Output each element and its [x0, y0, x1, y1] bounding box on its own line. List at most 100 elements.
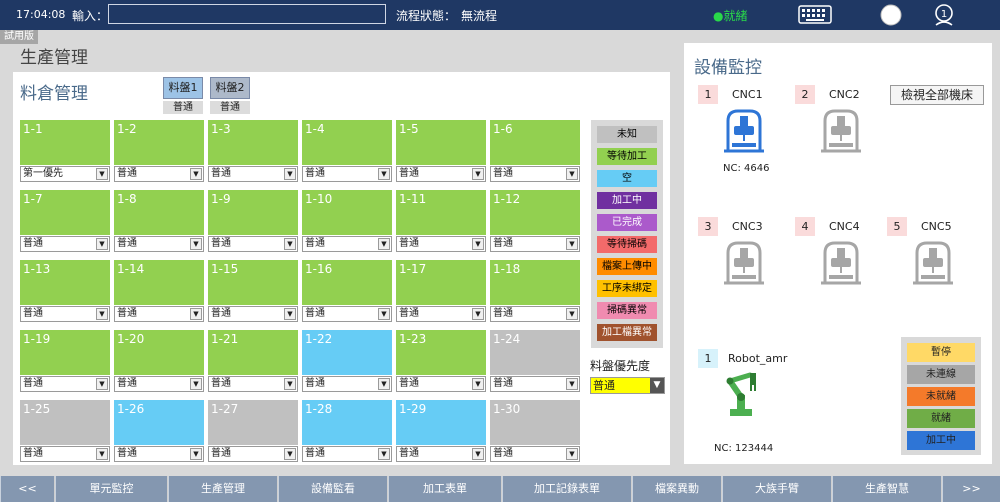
chevron-down-icon[interactable]: ▼	[378, 448, 390, 460]
chevron-down-icon[interactable]: ▼	[378, 308, 390, 320]
slot-1-18[interactable]: 1-18	[490, 260, 580, 305]
slot-1-5[interactable]: 1-5	[396, 120, 486, 165]
slot-priority-select[interactable]: 普通 ▼	[490, 376, 580, 392]
slot-priority-select[interactable]: 普通 ▼	[490, 166, 580, 182]
slot-priority-select[interactable]: 普通 ▼	[208, 166, 298, 182]
slot-1-1[interactable]: 1-1	[20, 120, 110, 165]
chevron-down-icon[interactable]: ▼	[566, 308, 578, 320]
slot-priority-select[interactable]: 普通 ▼	[396, 166, 486, 182]
slot-priority-select[interactable]: 普通 ▼	[490, 446, 580, 462]
slot-1-28[interactable]: 1-28	[302, 400, 392, 445]
slot-priority-select[interactable]: 第一優先 ▼	[20, 166, 110, 182]
machine-card-cnc2[interactable]: 2 CNC2	[795, 85, 885, 177]
slot-priority-select[interactable]: 普通 ▼	[302, 306, 392, 322]
chevron-down-icon[interactable]: ▼	[566, 378, 578, 390]
slot-1-20[interactable]: 1-20	[114, 330, 204, 375]
nav-button[interactable]: <<	[0, 476, 54, 502]
chevron-down-icon[interactable]: ▼	[472, 308, 484, 320]
chevron-down-icon[interactable]: ▼	[96, 448, 108, 460]
machine-card-cnc5[interactable]: 5 CNC5	[887, 217, 977, 309]
slot-1-2[interactable]: 1-2	[114, 120, 204, 165]
robot-card[interactable]: 1 Robot_amr NC: 123444	[698, 349, 818, 459]
chevron-down-icon[interactable]: ▼	[472, 168, 484, 180]
chevron-down-icon[interactable]: ▼	[378, 168, 390, 180]
slot-1-9[interactable]: 1-9	[208, 190, 298, 235]
view-all-machines-button[interactable]: 檢視全部機床	[890, 85, 984, 105]
slot-1-23[interactable]: 1-23	[396, 330, 486, 375]
machine-card-cnc3[interactable]: 3 CNC3	[698, 217, 788, 309]
nav-button[interactable]: 生產管理	[168, 476, 277, 502]
slot-1-17[interactable]: 1-17	[396, 260, 486, 305]
slot-priority-select[interactable]: 普通 ▼	[490, 306, 580, 322]
slot-priority-select[interactable]: 普通 ▼	[20, 446, 110, 462]
nav-button[interactable]: 生產智慧	[832, 476, 941, 502]
slot-1-26[interactable]: 1-26	[114, 400, 204, 445]
nav-button[interactable]: 檔案異動	[632, 476, 721, 502]
chevron-down-icon[interactable]: ▼	[284, 448, 296, 460]
slot-priority-select[interactable]: 普通 ▼	[302, 376, 392, 392]
slot-priority-select[interactable]: 普通 ▼	[396, 236, 486, 252]
chevron-down-icon[interactable]: ▼	[566, 238, 578, 250]
slot-priority-select[interactable]: 普通 ▼	[396, 306, 486, 322]
slot-1-15[interactable]: 1-15	[208, 260, 298, 305]
user-icon[interactable]: 1	[929, 3, 959, 27]
slot-priority-select[interactable]: 普通 ▼	[208, 376, 298, 392]
slot-priority-select[interactable]: 普通 ▼	[20, 376, 110, 392]
chevron-down-icon[interactable]: ▼	[96, 378, 108, 390]
chevron-down-icon[interactable]: ▼	[190, 308, 202, 320]
slot-1-10[interactable]: 1-10	[302, 190, 392, 235]
chevron-down-icon[interactable]: ▼	[190, 448, 202, 460]
nav-button[interactable]: 加工記錄表單	[502, 476, 631, 502]
nav-button[interactable]: >>	[942, 476, 1000, 502]
nav-button[interactable]: 加工表單	[388, 476, 501, 502]
slot-1-24[interactable]: 1-24	[490, 330, 580, 375]
slot-1-3[interactable]: 1-3	[208, 120, 298, 165]
slot-priority-select[interactable]: 普通 ▼	[396, 446, 486, 462]
keyboard-icon[interactable]	[798, 3, 832, 27]
slot-priority-select[interactable]: 普通 ▼	[114, 306, 204, 322]
chevron-down-icon[interactable]: ▼	[284, 238, 296, 250]
slot-priority-select[interactable]: 普通 ▼	[302, 236, 392, 252]
slot-1-4[interactable]: 1-4	[302, 120, 392, 165]
slot-priority-select[interactable]: 普通 ▼	[302, 446, 392, 462]
slot-priority-select[interactable]: 普通 ▼	[114, 166, 204, 182]
chevron-down-icon[interactable]: ▼	[378, 238, 390, 250]
slot-1-14[interactable]: 1-14	[114, 260, 204, 305]
slot-1-22[interactable]: 1-22	[302, 330, 392, 375]
slot-1-30[interactable]: 1-30	[490, 400, 580, 445]
chevron-down-icon[interactable]: ▼	[96, 308, 108, 320]
dropdown-arrow-icon[interactable]: ▼	[650, 378, 664, 393]
slot-priority-select[interactable]: 普通 ▼	[490, 236, 580, 252]
chevron-down-icon[interactable]: ▼	[190, 238, 202, 250]
slot-1-21[interactable]: 1-21	[208, 330, 298, 375]
chevron-down-icon[interactable]: ▼	[284, 308, 296, 320]
slot-1-11[interactable]: 1-11	[396, 190, 486, 235]
slot-1-13[interactable]: 1-13	[20, 260, 110, 305]
slot-priority-select[interactable]: 普通 ▼	[20, 236, 110, 252]
nav-button[interactable]: 設備監看	[278, 476, 387, 502]
chevron-down-icon[interactable]: ▼	[190, 168, 202, 180]
machine-card-cnc1[interactable]: 1 CNC1 NC: 4646	[698, 85, 788, 177]
slot-1-19[interactable]: 1-19	[20, 330, 110, 375]
slot-priority-select[interactable]: 普通 ▼	[114, 446, 204, 462]
slot-priority-select[interactable]: 普通 ▼	[20, 306, 110, 322]
chevron-down-icon[interactable]: ▼	[96, 238, 108, 250]
chevron-down-icon[interactable]: ▼	[472, 448, 484, 460]
slot-1-16[interactable]: 1-16	[302, 260, 392, 305]
chevron-down-icon[interactable]: ▼	[190, 378, 202, 390]
chevron-down-icon[interactable]: ▼	[472, 378, 484, 390]
slot-priority-select[interactable]: 普通 ▼	[302, 166, 392, 182]
circle-icon[interactable]	[879, 3, 903, 27]
nav-button[interactable]: 大族手臂	[722, 476, 831, 502]
chevron-down-icon[interactable]: ▼	[378, 378, 390, 390]
chevron-down-icon[interactable]: ▼	[284, 378, 296, 390]
slot-1-27[interactable]: 1-27	[208, 400, 298, 445]
slot-priority-select[interactable]: 普通 ▼	[396, 376, 486, 392]
slot-1-7[interactable]: 1-7	[20, 190, 110, 235]
chevron-down-icon[interactable]: ▼	[472, 238, 484, 250]
chevron-down-icon[interactable]: ▼	[96, 168, 108, 180]
slot-1-25[interactable]: 1-25	[20, 400, 110, 445]
tab-tray-2[interactable]: 料盤2	[210, 77, 250, 99]
slot-priority-select[interactable]: 普通 ▼	[208, 446, 298, 462]
machine-card-cnc4[interactable]: 4 CNC4	[795, 217, 885, 309]
